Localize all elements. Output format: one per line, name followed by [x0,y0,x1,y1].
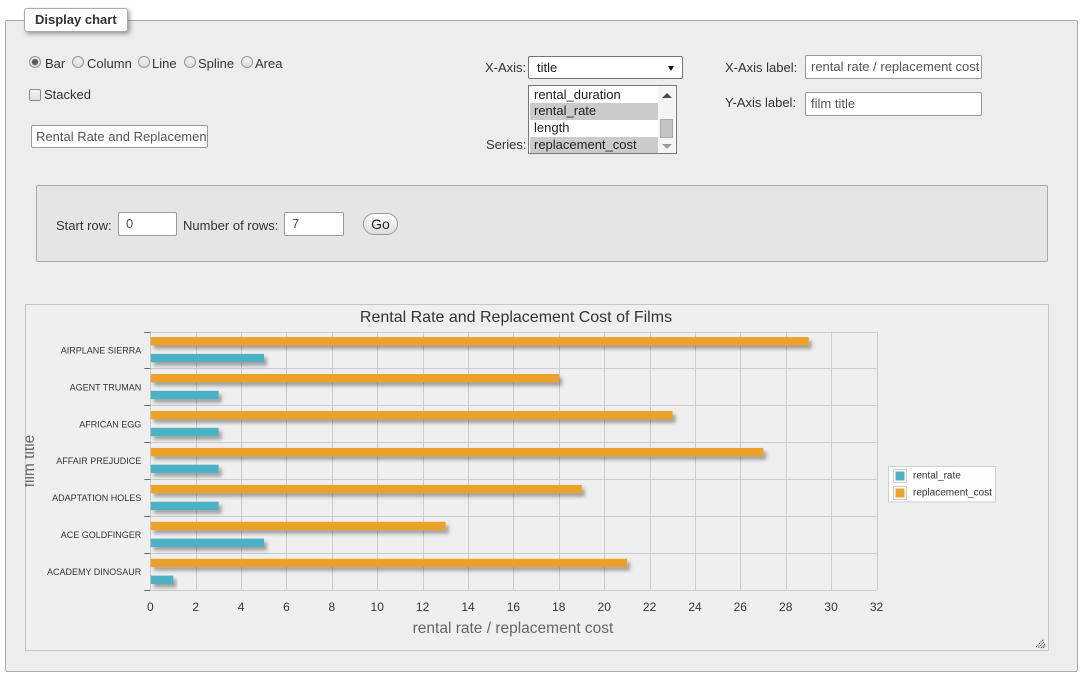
svg-text:0: 0 [147,600,154,614]
svg-text:18: 18 [552,600,566,614]
svg-text:12: 12 [416,600,430,614]
svg-text:8: 8 [329,600,336,614]
svg-text:24: 24 [688,600,702,614]
svg-text:Rental Rate and Replacement Co: Rental Rate and Replacement Cost of Film… [360,309,672,326]
svg-text:22: 22 [643,600,657,614]
svg-text:28: 28 [779,600,793,614]
svg-text:30: 30 [824,600,838,614]
svg-text:AFRICAN EGG: AFRICAN EGG [79,419,141,429]
svg-text:26: 26 [734,600,748,614]
svg-text:20: 20 [598,600,612,614]
svg-text:ADAPTATION HOLES: ADAPTATION HOLES [52,493,141,503]
svg-text:ACE GOLDFINGER: ACE GOLDFINGER [61,530,142,540]
svg-text:4: 4 [238,600,245,614]
svg-text:rental_rate: rental_rate [913,471,961,482]
svg-text:16: 16 [507,600,521,614]
svg-text:AGENT TRUMAN: AGENT TRUMAN [70,382,142,392]
svg-text:6: 6 [283,600,290,614]
svg-text:10: 10 [371,600,385,614]
svg-text:AIRPLANE SIERRA: AIRPLANE SIERRA [61,345,142,355]
svg-text:replacement_cost: replacement_cost [913,488,992,499]
svg-text:2: 2 [192,600,199,614]
svg-text:32: 32 [870,600,884,614]
svg-text:rental rate / replacement cost: rental rate / replacement cost [413,620,614,637]
svg-text:ACADEMY DINOSAUR: ACADEMY DINOSAUR [47,567,142,577]
svg-text:film title: film title [25,435,38,488]
svg-text:AFFAIR PREJUDICE: AFFAIR PREJUDICE [56,456,141,466]
svg-text:14: 14 [461,600,475,614]
